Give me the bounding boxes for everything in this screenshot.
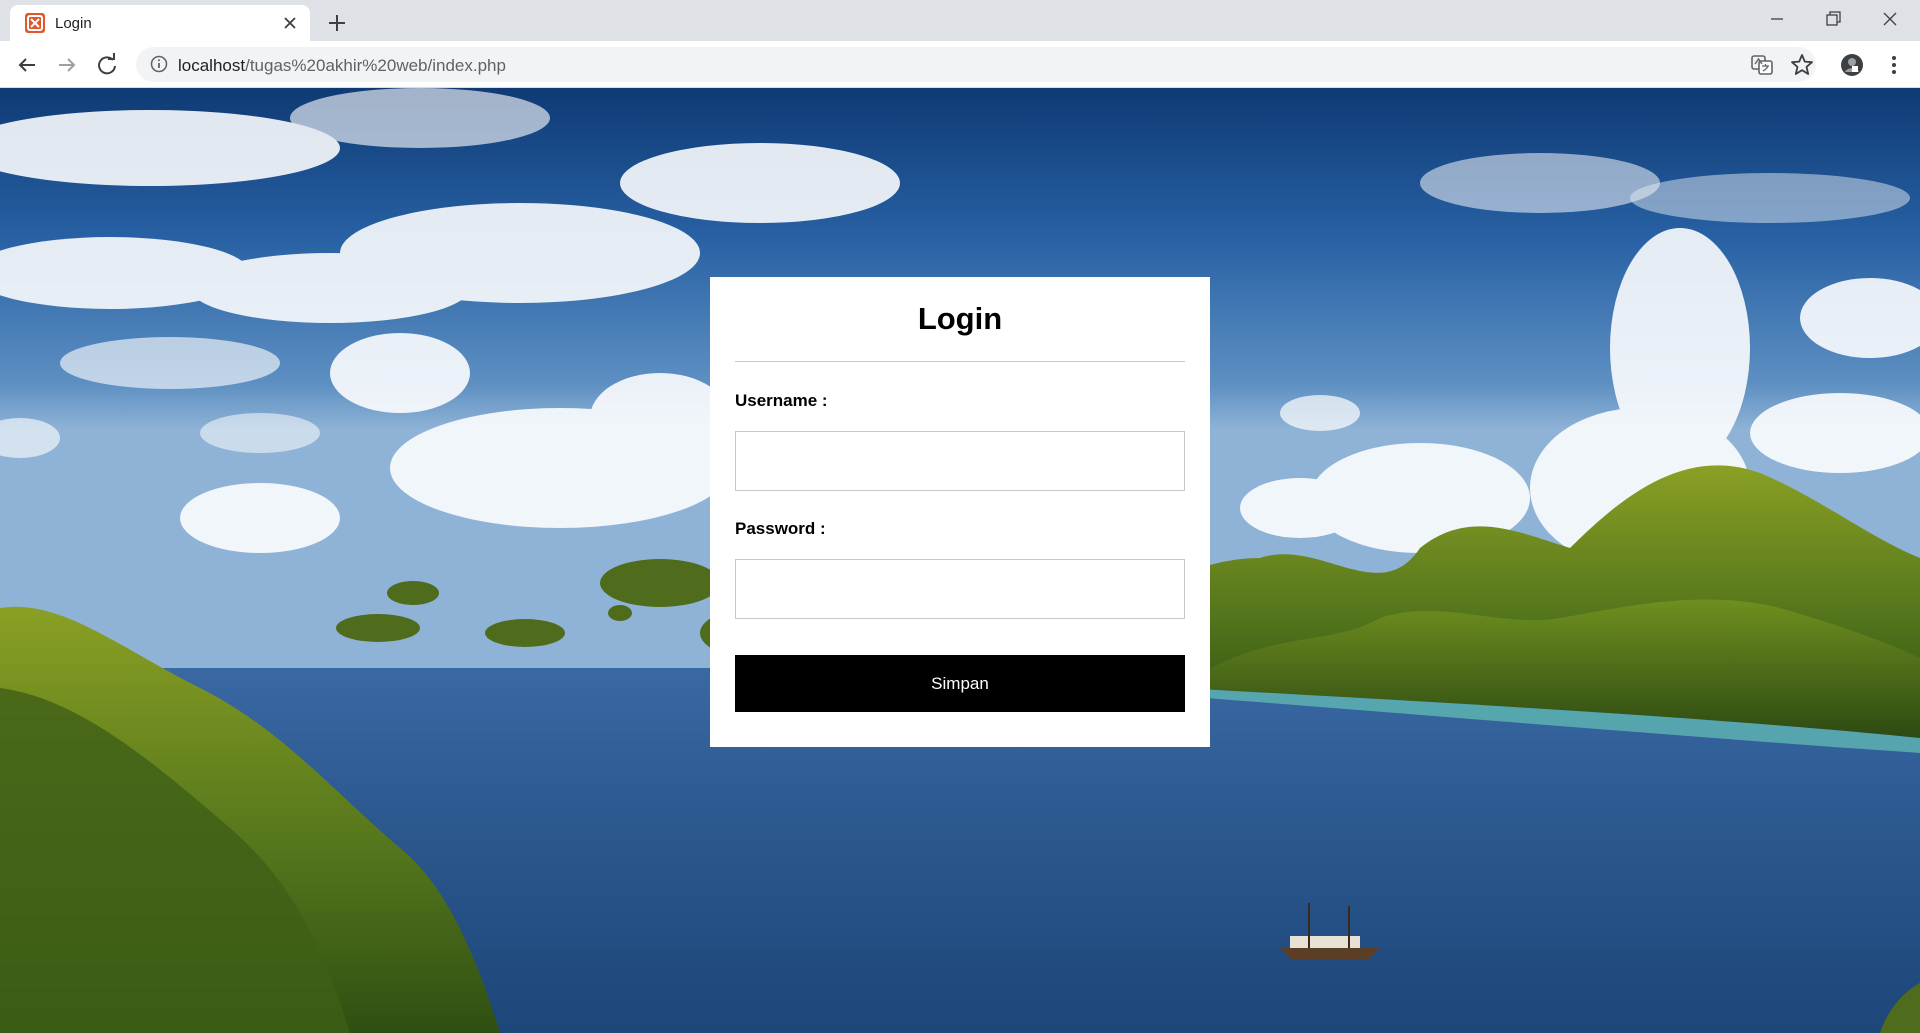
url-text: localhost/tugas%20akhir%20web/index.php (178, 56, 506, 76)
minimize-icon[interactable] (1762, 6, 1792, 32)
browser-tab[interactable]: Login (10, 5, 310, 41)
username-input[interactable] (735, 431, 1185, 491)
password-input[interactable] (735, 559, 1185, 619)
restore-icon[interactable] (1818, 6, 1848, 32)
page-background: Login Username : Password : Simpan (0, 88, 1920, 1033)
tab-title: Login (55, 15, 92, 32)
simpan-button[interactable]: Simpan (735, 655, 1185, 712)
browser-toolbar: localhost/tugas%20akhir%20web/index.php (0, 41, 1920, 88)
close-window-icon[interactable] (1875, 6, 1905, 32)
login-title: Login (917, 301, 1003, 336)
password-label: Password : (735, 519, 826, 538)
menu-kebab-icon[interactable] (1880, 51, 1908, 79)
url-path: /tugas%20akhir%20web/index.php (245, 56, 506, 75)
address-bar[interactable]: localhost/tugas%20akhir%20web/index.php (136, 47, 1816, 82)
new-tab-icon[interactable] (324, 10, 350, 36)
close-tab-icon[interactable] (280, 13, 300, 33)
username-label: Username : (735, 391, 828, 410)
info-icon[interactable] (150, 55, 168, 73)
login-card: Login Username : Password : Simpan (710, 277, 1210, 747)
reload-icon[interactable] (93, 51, 121, 79)
xampp-icon (25, 13, 45, 33)
back-arrow-icon[interactable] (13, 51, 41, 79)
forward-arrow-icon[interactable] (53, 51, 81, 79)
translate-icon[interactable] (1748, 51, 1776, 79)
tab-strip: Login (0, 0, 1920, 41)
url-host: localhost (178, 56, 246, 75)
divider (735, 361, 1185, 362)
profile-avatar-icon[interactable] (1838, 51, 1866, 79)
bookmark-star-icon[interactable] (1788, 51, 1816, 79)
